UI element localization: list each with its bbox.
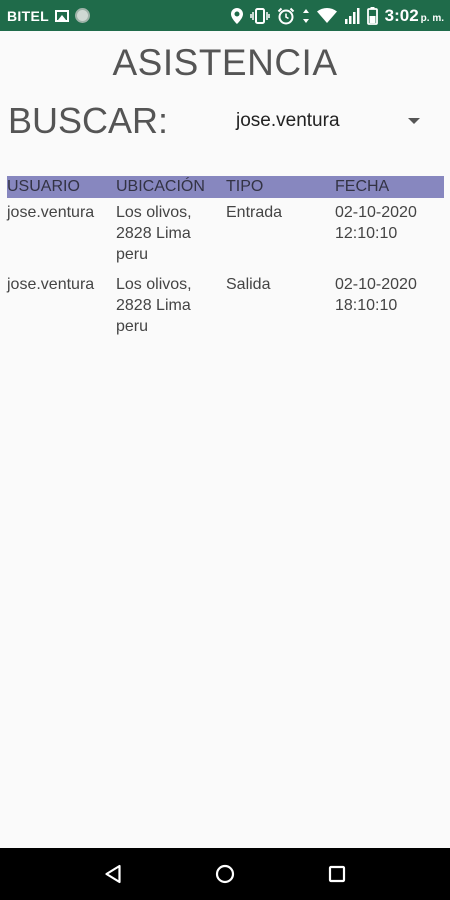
status-bar: BITEL 3:02 p. m. [0,0,450,31]
home-button[interactable] [195,848,255,900]
table-row[interactable]: jose.ventura Los olivos, 2828 Lima peru … [7,202,444,265]
app-notification-icon [74,8,90,23]
cell-usuario: jose.ventura [7,204,95,221]
wifi-icon [316,7,337,23]
battery-icon [366,6,378,25]
data-transfer-icon [302,8,309,23]
column-header-usuario: USUARIO [7,178,80,195]
table-row[interactable]: jose.ventura Los olivos, 2828 Lima peru … [7,274,444,337]
search-label: BUSCAR: [8,100,169,141]
cell-ubicacion: Los olivos, 2828 Lima peru [116,204,192,263]
cell-ubicacion: Los olivos, 2828 Lima peru [116,276,192,335]
vibrate-icon [249,7,270,24]
table-header: USUARIO UBICACIÓN TIPO FECHA [7,176,444,198]
cell-fecha: 02-10-2020 18:10:10 [335,276,417,314]
signal-icon [344,7,360,24]
attendance-table: USUARIO UBICACIÓN TIPO FECHA jose.ventur… [7,176,444,337]
cell-fecha: 02-10-2020 12:10:10 [335,204,417,242]
user-dropdown-value: jose.ventura [236,110,340,131]
location-icon [230,7,243,24]
image-notification-icon [54,9,69,22]
recents-button[interactable] [307,848,367,900]
carrier-label: BITEL [7,7,49,24]
column-header-ubicacion: UBICACIÓN [116,178,205,195]
dropdown-arrow-icon [408,118,420,124]
user-dropdown[interactable]: jose.ventura [232,104,432,138]
column-header-tipo: TIPO [226,178,264,195]
home-circle-icon [215,864,235,884]
cell-usuario: jose.ventura [7,276,95,293]
cell-tipo: Entrada [226,204,283,221]
back-triangle-icon [105,864,121,884]
alarm-icon [277,7,294,24]
recents-square-icon [328,865,346,883]
status-right: 3:02 p. m. [230,0,444,31]
cell-tipo: Salida [226,276,271,293]
back-button[interactable] [83,848,143,900]
status-left: BITEL [7,0,90,31]
clock: 3:02 p. m. [385,6,444,26]
column-header-fecha: FECHA [335,178,390,195]
navigation-bar [0,848,450,900]
clock-time: 3:02 [384,5,419,25]
page-title: ASISTENCIA [112,42,338,83]
clock-suffix: p. m. [420,12,444,24]
